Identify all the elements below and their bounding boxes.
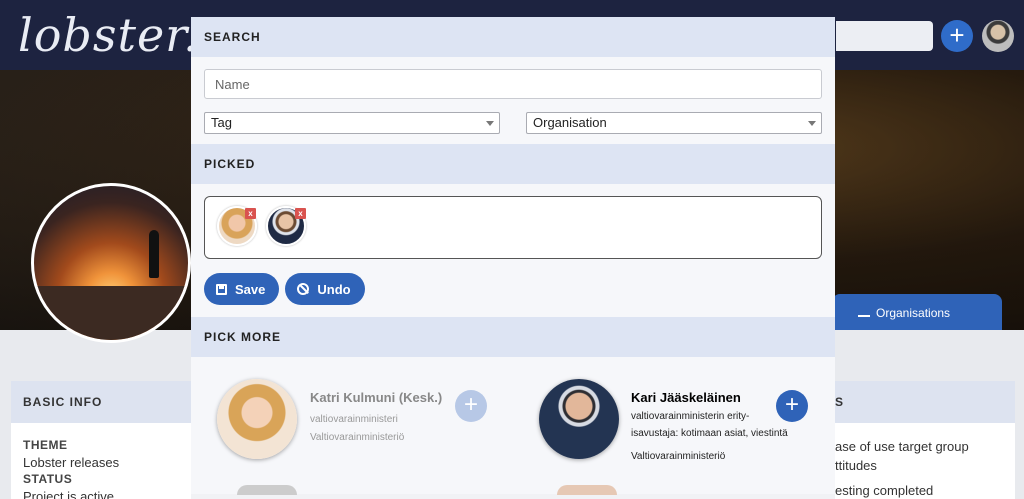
basic-info-title: BASIC INFO (11, 381, 191, 423)
plus-icon: + (463, 391, 478, 418)
remove-picked-kari-button[interactable]: x (295, 208, 306, 219)
person-avatar (539, 379, 619, 459)
person-name: Kari Jääskeläinen (631, 390, 741, 405)
pick-people-modal: SEARCH Tag Organisation PICKED x x Save (191, 17, 835, 499)
person-organisation: Valtiovarainministeriö (310, 432, 405, 443)
tab-organisations[interactable]: Organisations (832, 294, 1002, 330)
right-card-title: S (835, 381, 1015, 423)
right-card-line-1: ase of use target group (835, 439, 969, 454)
status-label: STATUS (23, 472, 73, 486)
right-card-line-2: ttitudes (835, 458, 877, 473)
floppy-icon (216, 283, 227, 295)
person-name: Katri Kulmuni (Kesk.) (310, 390, 443, 405)
organisation-select[interactable]: Organisation (526, 112, 822, 134)
close-icon: x (298, 209, 303, 218)
organisation-select-value: Organisation (533, 115, 607, 130)
picked-section-title: PICKED (191, 144, 835, 184)
tag-select-value: Tag (211, 115, 232, 130)
basic-info-card: BASIC INFO THEME Lobster releases STATUS… (11, 381, 191, 499)
picked-list: x x (204, 196, 822, 259)
pick-more-section-title: PICK MORE (191, 317, 835, 357)
tab-organisations-label: Organisations (876, 306, 951, 320)
top-search-input[interactable] (836, 21, 933, 51)
search-section-title: SEARCH (191, 17, 835, 57)
top-add-button[interactable]: + (941, 20, 973, 52)
status-value: Project is active (23, 489, 115, 499)
theme-value: Lobster releases (23, 455, 120, 470)
caret-down-icon (808, 121, 816, 126)
search-section: Tag Organisation (191, 57, 835, 144)
project-image (31, 183, 191, 343)
right-card-line-3: esting completed (835, 483, 934, 498)
ban-icon (297, 283, 310, 295)
picked-section: x x Save Undo (191, 184, 835, 317)
plus-icon: + (949, 20, 965, 50)
project-image-ground (34, 286, 188, 340)
undo-button-label: Undo (317, 281, 351, 297)
pick-more-list: Katri Kulmuni (Kesk.) valtiovarainminist… (191, 357, 835, 495)
undo-button[interactable]: Undo (285, 273, 365, 305)
right-info-card: S ase of use target group ttitudes estin… (835, 381, 1015, 499)
person-avatar (217, 379, 297, 459)
person-organisation: Valtiovarainministeriö (631, 451, 726, 462)
add-person-button[interactable]: + (455, 390, 487, 422)
close-icon: x (248, 209, 253, 218)
add-person-button[interactable]: + (776, 390, 808, 422)
plus-icon: + (784, 391, 799, 418)
factory-icon (858, 307, 870, 317)
save-button-label: Save (235, 281, 266, 297)
person-role-line-2: isavustaja: kotimaan asiat, viestintä (631, 428, 788, 439)
person-avatar-partial (237, 485, 297, 495)
user-avatar[interactable] (982, 20, 1014, 52)
save-button[interactable]: Save (204, 273, 280, 305)
person-avatar-partial (557, 485, 617, 495)
remove-picked-katri-button[interactable]: x (245, 208, 256, 219)
tag-select[interactable]: Tag (204, 112, 500, 134)
person-role-line-1: valtiovarainministeri (310, 414, 398, 425)
caret-down-icon (486, 121, 494, 126)
app-logo[interactable]: lobster. (18, 8, 199, 62)
theme-label: THEME (23, 438, 68, 452)
name-search-input[interactable] (204, 69, 822, 99)
project-image-figure (149, 230, 159, 278)
